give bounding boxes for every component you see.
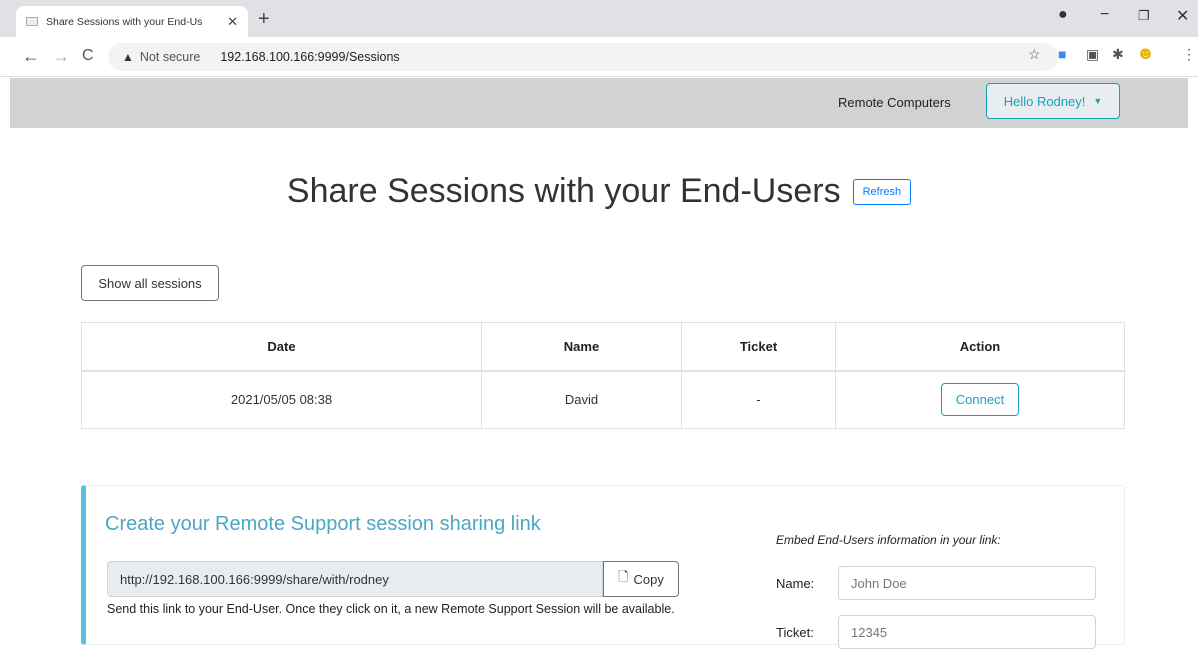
sessions-table: Date Name Ticket Action 2021/05/05 08:38… (81, 322, 1125, 429)
minimize-icon[interactable]: − (1100, 6, 1109, 24)
share-link-panel: Create your Remote Support session shari… (81, 485, 1125, 649)
app-navbar: Remote Computers Hello Rodney! ▼ (10, 78, 1188, 128)
back-icon[interactable]: ← (22, 46, 40, 67)
column-header-name: Name (481, 322, 682, 372)
share-panel-title: Create your Remote Support session shari… (105, 513, 541, 535)
extension-icon[interactable]: ▣ (1086, 46, 1099, 63)
clipboard-icon: 🗋 (618, 569, 629, 584)
page-header: Share Sessions with your End-Users Refre… (0, 172, 1198, 211)
ticket-label: Ticket: (776, 624, 814, 640)
profile-avatar-icon[interactable]: ☻ (1136, 43, 1155, 64)
share-help-text: Send this link to your End-User. Once th… (107, 602, 675, 616)
embed-title: Embed End-Users information in your link… (776, 533, 1001, 547)
connect-button[interactable]: Connect (940, 383, 1020, 417)
user-menu-button[interactable]: Hello Rodney! ▼ (986, 83, 1120, 119)
copy-button[interactable]: 🗋 Copy (603, 561, 679, 597)
share-link-group: http://192.168.100.166:9999/share/with/r… (107, 561, 679, 597)
table-row: 2021/05/05 08:38 David - Connect (81, 370, 1125, 429)
page-title: Share Sessions with your End-Users (286, 172, 841, 210)
name-field-group: Name: John Doe (776, 566, 1096, 600)
share-link-field[interactable]: http://192.168.100.166:9999/share/with/r… (107, 561, 603, 597)
cell-action: Connect (835, 370, 1125, 429)
browser-tab[interactable]: Share Sessions with your End-Us ✕ (16, 6, 248, 37)
forward-icon[interactable]: → (52, 46, 70, 67)
window-close-icon[interactable]: ✕ (1176, 6, 1189, 26)
page-favicon-icon (26, 17, 38, 26)
browser-tab-bar: Share Sessions with your End-Us ✕ + ● − … (0, 0, 1198, 37)
tab-close-icon[interactable]: ✕ (227, 14, 238, 30)
refresh-button[interactable]: Refresh (852, 178, 912, 205)
name-input[interactable]: John Doe (838, 566, 1096, 600)
ticket-input[interactable]: 12345 (838, 615, 1096, 649)
user-menu-label: Hello Rodney! (1003, 93, 1086, 109)
table-header-row: Date Name Ticket Action (81, 322, 1125, 372)
name-label: Name: (776, 575, 815, 591)
column-header-date: Date (81, 322, 482, 372)
cell-date: 2021/05/05 08:38 (81, 370, 482, 429)
cell-ticket: - (681, 370, 836, 429)
url-text: 192.168.100.166:9999/Sessions (220, 50, 400, 64)
puzzle-icon[interactable]: ✱ (1112, 46, 1124, 63)
account-icon[interactable]: ● (1058, 6, 1068, 24)
ticket-field-group: Ticket: 12345 (776, 615, 1096, 649)
caret-down-icon: ▼ (1093, 96, 1103, 106)
maximize-icon[interactable]: ❐ (1138, 8, 1150, 24)
menu-icon[interactable]: ⋮ (1182, 46, 1196, 63)
tab-title: Share Sessions with your End-Us (46, 15, 203, 28)
browser-address-bar: ← → C ▲ Not secure 192.168.100.166:9999/… (0, 37, 1198, 77)
warning-icon: ▲ (122, 50, 134, 64)
new-tab-button[interactable]: + (258, 8, 270, 31)
column-header-ticket: Ticket (681, 322, 836, 372)
copy-label: Copy (633, 571, 664, 587)
cell-name: David (481, 370, 682, 429)
remote-computers-link[interactable]: Remote Computers (838, 95, 951, 110)
url-input[interactable]: ▲ Not secure 192.168.100.166:9999/Sessio… (108, 43, 1058, 71)
not-secure-label: Not secure (139, 50, 201, 64)
reload-icon[interactable]: C (82, 47, 94, 65)
translate-icon[interactable]: ■ (1058, 46, 1066, 62)
bookmark-star-icon[interactable]: ☆ (1028, 46, 1041, 63)
column-header-action: Action (835, 322, 1125, 372)
show-all-sessions-button[interactable]: Show all sessions (81, 265, 219, 301)
